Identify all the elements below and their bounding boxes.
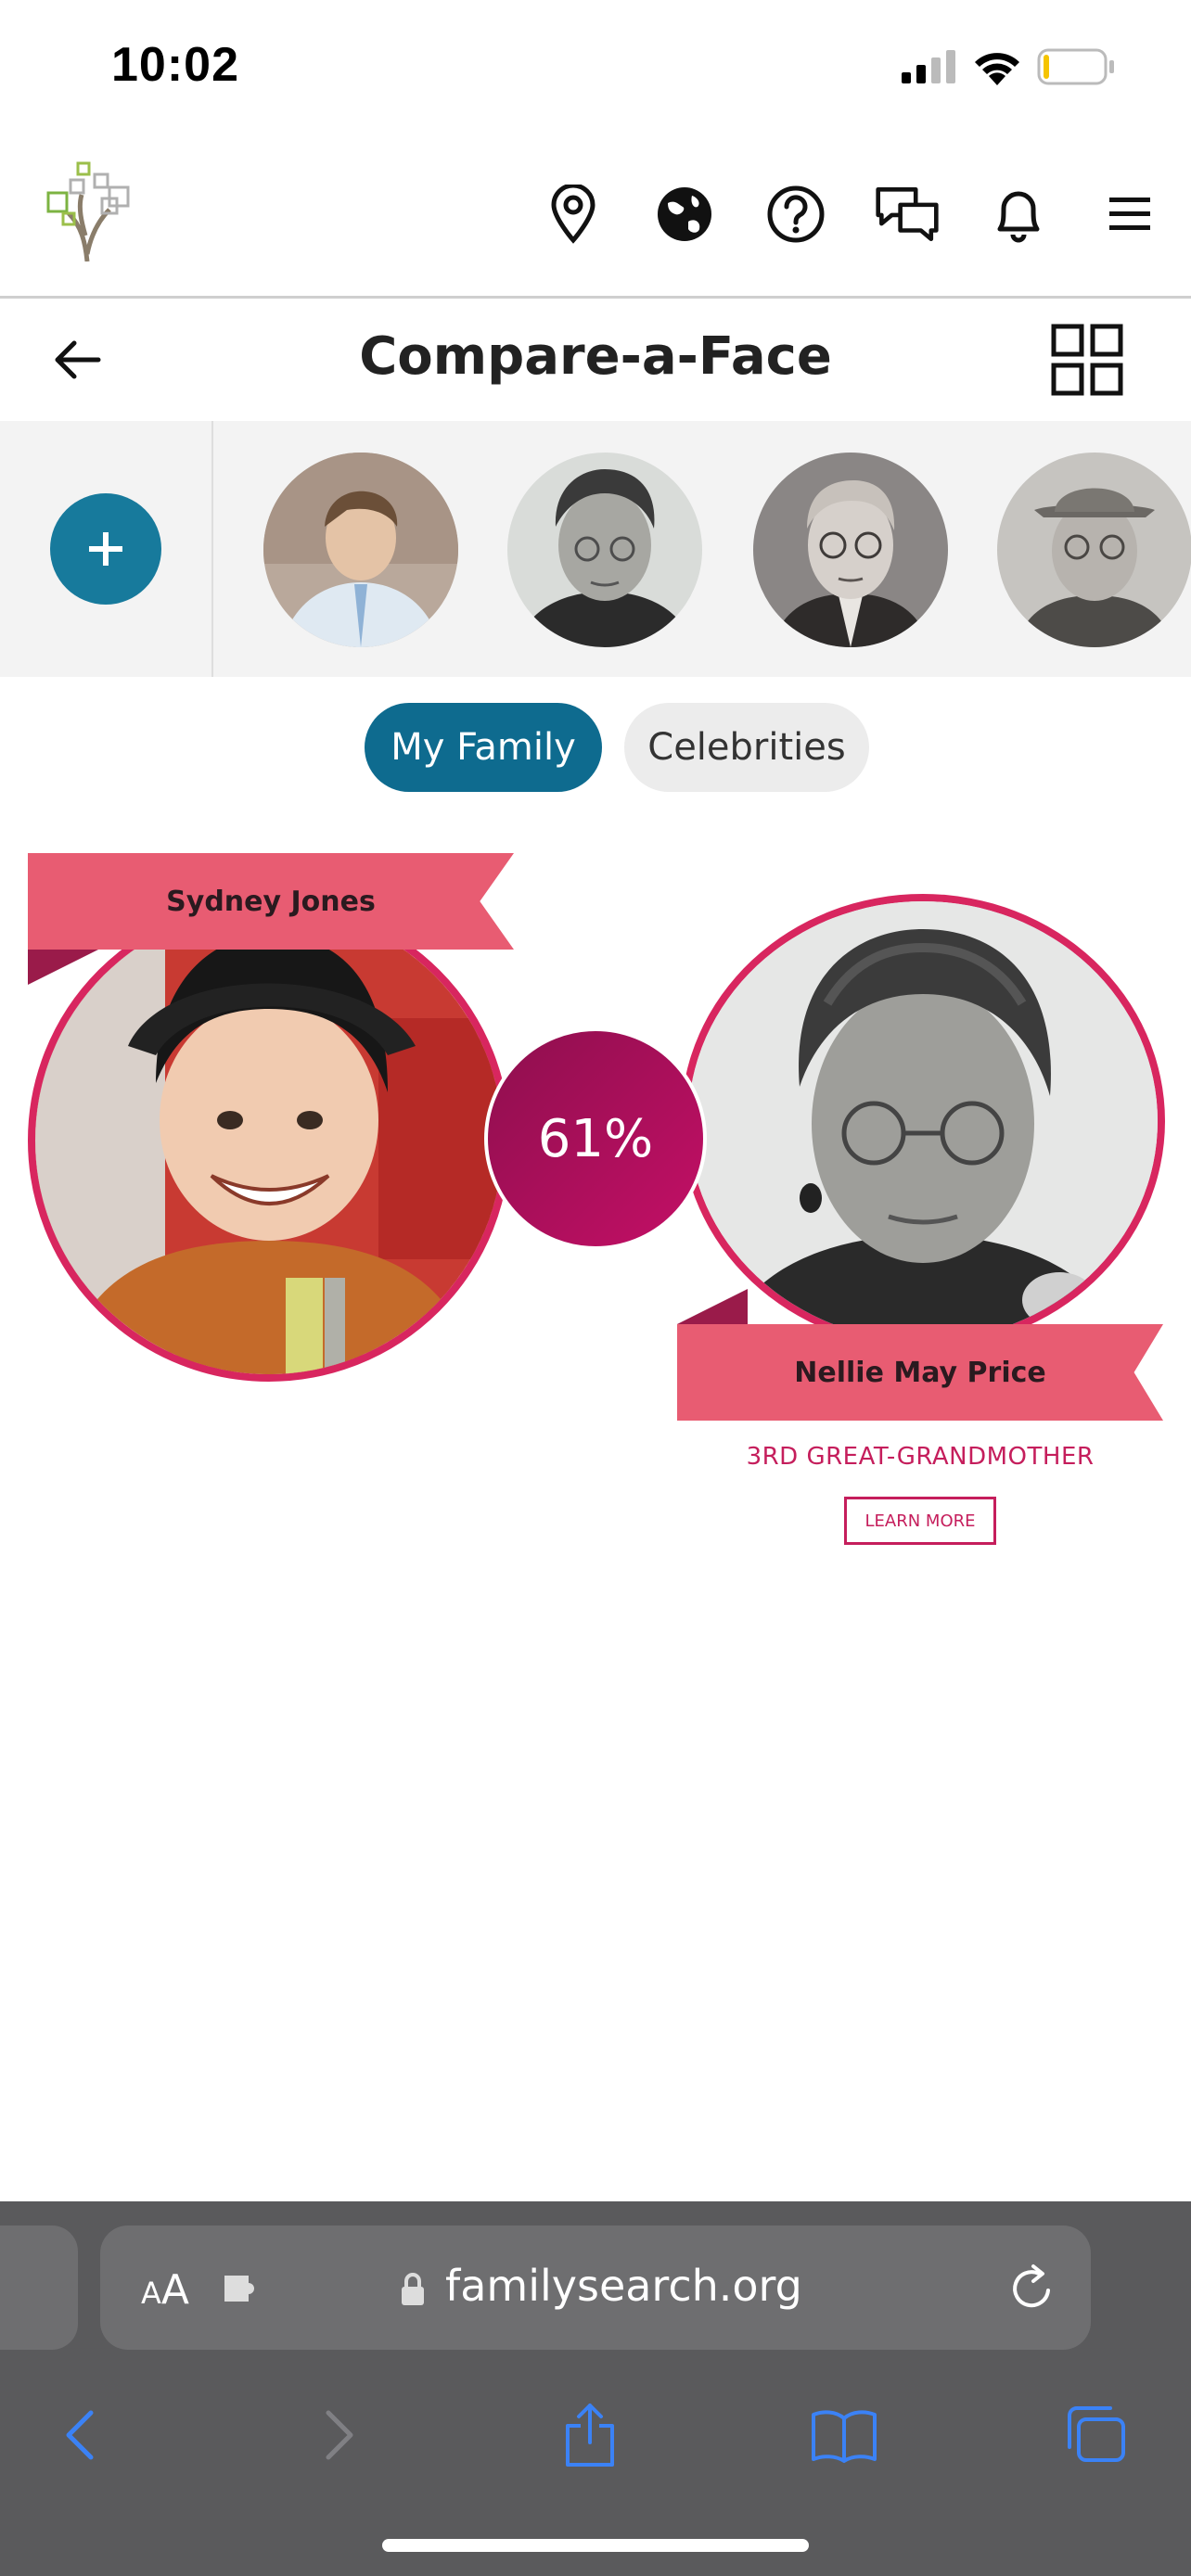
extension-puzzle-icon[interactable] bbox=[221, 2270, 269, 2307]
share-icon[interactable] bbox=[553, 2398, 627, 2472]
user-name-ribbon: Sydney Jones bbox=[28, 853, 514, 950]
avatar-elderly-woman[interactable] bbox=[507, 453, 702, 647]
home-indicator bbox=[382, 2539, 809, 2552]
previous-tab-pill[interactable] bbox=[0, 2225, 78, 2350]
ancestor-photo[interactable] bbox=[681, 894, 1165, 1348]
browser-forward-icon[interactable] bbox=[302, 2398, 377, 2472]
ribbon-fold-right bbox=[677, 1289, 748, 1324]
browser-back-icon[interactable] bbox=[43, 2398, 117, 2472]
avatar-man-in-shirt[interactable] bbox=[263, 453, 458, 647]
status-bar: 10:02 bbox=[0, 0, 1191, 139]
globe-icon[interactable] bbox=[652, 182, 717, 247]
avatar-man-with-glasses[interactable] bbox=[753, 453, 948, 647]
chat-icon[interactable] bbox=[875, 182, 940, 247]
user-photo bbox=[28, 899, 510, 1382]
ancestor-name-ribbon: Nellie May Price bbox=[677, 1324, 1163, 1421]
browser-chrome: AA familysearch.org bbox=[0, 2201, 1191, 2576]
top-navigation bbox=[0, 139, 1191, 299]
aa-big-label: A bbox=[160, 2266, 189, 2314]
reader-settings-button[interactable]: AA bbox=[141, 2266, 189, 2314]
match-percentage: 61% bbox=[484, 1027, 707, 1250]
url-text: familysearch.org bbox=[445, 2261, 802, 2311]
bookmarks-icon[interactable] bbox=[807, 2398, 881, 2472]
wifi-icon bbox=[975, 53, 1019, 85]
relationship-label: 3RD GREAT-GRANDMOTHER bbox=[746, 1443, 1095, 1471]
strip-divider bbox=[211, 421, 213, 677]
tabs-icon[interactable] bbox=[1059, 2398, 1133, 2472]
location-pin-icon[interactable] bbox=[541, 182, 606, 247]
tab-my-family[interactable]: My Family bbox=[365, 703, 602, 792]
aa-small-label: A bbox=[141, 2276, 161, 2311]
page-title: Compare-a-Face bbox=[359, 326, 832, 387]
help-icon[interactable] bbox=[763, 182, 828, 247]
page-header: Compare-a-Face bbox=[0, 299, 1191, 421]
familysearch-logo-icon[interactable] bbox=[45, 161, 130, 261]
battery-icon bbox=[1037, 48, 1114, 85]
address-bar[interactable]: AA familysearch.org bbox=[100, 2225, 1091, 2350]
reload-icon[interactable] bbox=[1005, 2263, 1057, 2315]
ribbon-fold-left bbox=[28, 950, 98, 985]
compared-faces-strip bbox=[0, 421, 1191, 677]
cellular-signal-icon bbox=[902, 50, 955, 83]
bell-icon[interactable] bbox=[986, 182, 1051, 247]
avatar-man-with-hat[interactable] bbox=[997, 453, 1191, 647]
learn-more-button[interactable]: LEARN MORE bbox=[844, 1497, 996, 1545]
menu-icon[interactable] bbox=[1097, 182, 1162, 247]
tab-celebrities[interactable]: Celebrities bbox=[624, 703, 869, 792]
plus-icon bbox=[89, 532, 122, 566]
add-photo-button[interactable] bbox=[50, 493, 161, 605]
status-time: 10:02 bbox=[111, 38, 239, 92]
lock-icon bbox=[402, 2273, 424, 2305]
grid-view-icon[interactable] bbox=[1050, 323, 1124, 397]
